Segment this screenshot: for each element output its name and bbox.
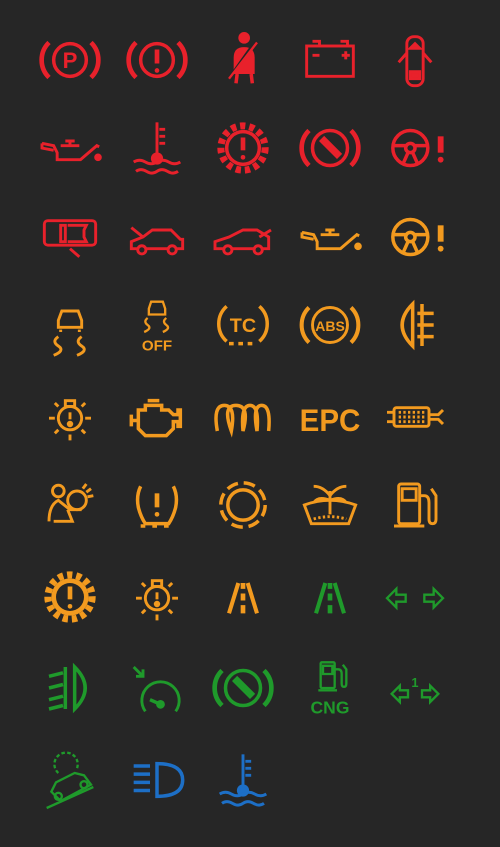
bulb-failure-icon (35, 382, 105, 452)
low-fuel-icon (380, 470, 450, 540)
traction-label: TC (230, 315, 256, 337)
turn-signals-icon (380, 562, 450, 632)
transmission-warning-icon (208, 113, 278, 183)
airbag-icon (35, 470, 105, 540)
washer-fluid-icon (295, 470, 365, 540)
epc-icon: EPC (295, 382, 365, 452)
stability-control-off-icon: OFF (122, 290, 192, 360)
transmission-fault-icon (35, 562, 105, 632)
cruise-control-icon (122, 653, 192, 723)
lane-assist-fault-icon (208, 562, 278, 632)
parking-brake-icon: P (35, 25, 105, 95)
trunk-open-icon (208, 202, 278, 272)
diesel-particulate-filter-icon (380, 382, 450, 452)
abs-icon: ABS (295, 290, 365, 360)
hood-open-icon (122, 202, 192, 272)
lane-assist-active-icon (295, 562, 365, 632)
seatbelt-icon (208, 25, 278, 95)
parking-label: P (63, 48, 78, 73)
high-beam-icon (122, 745, 192, 815)
display-warning-icon (35, 202, 105, 272)
brake-pad-wear-icon (208, 470, 278, 540)
rear-fog-light-icon (380, 290, 450, 360)
stability-off-label: OFF (142, 338, 172, 355)
cng-fuel-icon: CNG (295, 653, 365, 723)
check-engine-icon (122, 382, 192, 452)
epc-label: EPC (300, 402, 361, 438)
oil-pressure-icon (35, 113, 105, 183)
cng-label: CNG (311, 698, 350, 718)
coolant-low-temperature-icon (208, 745, 278, 815)
brake-system-warning-icon (122, 25, 192, 95)
glow-plug-icon (208, 382, 278, 452)
traction-control-icon: TC (208, 290, 278, 360)
coolant-temperature-icon (122, 113, 192, 183)
abs-label: ABS (315, 318, 345, 334)
turn-signals-trailer-icon: 1 (380, 653, 450, 723)
lane-number-label: 1 (411, 675, 418, 690)
hill-descent-control-icon (35, 745, 105, 815)
stability-control-icon (35, 290, 105, 360)
front-fog-light-icon (35, 653, 105, 723)
battery-icon (295, 25, 365, 95)
power-steering-warning-icon (380, 113, 450, 183)
exterior-light-fault-icon (122, 562, 192, 632)
parking-brake-active-icon (208, 653, 278, 723)
oil-level-icon (295, 202, 365, 272)
door-open-icon (380, 25, 450, 95)
tire-pressure-icon (122, 470, 192, 540)
electric-parking-brake-icon (295, 113, 365, 183)
steering-fault-icon (380, 202, 450, 272)
